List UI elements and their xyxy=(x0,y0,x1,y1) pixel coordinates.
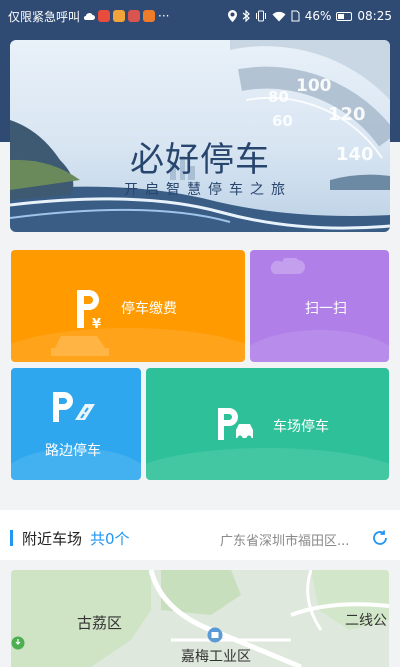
app-root: 仅限紧急呼叫 ··· 46% 08:25 60 80 100 120 140 必… xyxy=(0,0,400,667)
parking-payment-button[interactable]: ¥ 停车缴费 xyxy=(11,250,245,362)
map-label: 嘉梅工业区 xyxy=(181,649,251,665)
parking-yuan-icon: ¥ xyxy=(77,290,101,330)
location-icon xyxy=(227,10,237,22)
map-label: 二线公 xyxy=(345,613,387,629)
speed-label: 60 xyxy=(272,112,293,130)
app-notification-icon xyxy=(143,10,156,22)
speed-label: 80 xyxy=(268,88,289,106)
status-right: 46% 08:25 xyxy=(227,9,392,23)
nearby-map[interactable]: 古荔区 嘉梅工业区 二线公 xyxy=(11,570,389,667)
app-notification-icon xyxy=(98,10,111,22)
parking-road-icon xyxy=(53,392,95,422)
vibrate-icon xyxy=(255,10,266,22)
nearby-count: 共0个 xyxy=(90,530,130,548)
app-notification-icon xyxy=(128,10,141,22)
tile-wave-decoration xyxy=(11,328,245,362)
app-notification-icon xyxy=(113,10,126,22)
battery-icon xyxy=(336,11,353,21)
lot-parking-button[interactable]: 车场停车 xyxy=(146,368,389,480)
nearby-title: 附近车场 xyxy=(22,530,83,548)
carrier-text: 仅限紧急呼叫 xyxy=(8,9,81,24)
status-bar: 仅限紧急呼叫 ··· 46% 08:25 xyxy=(0,0,400,32)
section-accent-bar xyxy=(10,530,13,546)
promo-banner[interactable]: 60 80 100 120 140 必好停车 开启智慧停车之旅 xyxy=(10,40,390,232)
nearby-parking-header: 附近车场 共0个 广东省深圳市福田区... xyxy=(0,510,400,560)
map-poi-icon xyxy=(207,627,223,643)
speed-label: 120 xyxy=(328,104,366,125)
roadside-parking-button[interactable]: 路边停车 xyxy=(11,368,141,480)
tile-wave-decoration xyxy=(250,330,389,362)
clock: 08:25 xyxy=(357,9,392,23)
scan-button[interactable]: 扫一扫 xyxy=(250,250,389,362)
refresh-icon[interactable] xyxy=(371,529,389,547)
tile-label: 路边停车 xyxy=(45,443,101,459)
tile-label: 扫一扫 xyxy=(305,301,347,317)
cloud-icon xyxy=(83,12,96,20)
speed-label: 100 xyxy=(296,76,332,96)
map-label: 古荔区 xyxy=(77,614,123,632)
current-location[interactable]: 广东省深圳市福田区... xyxy=(220,530,349,549)
battery-percent: 46% xyxy=(304,9,332,23)
car-watermark-icon xyxy=(51,336,109,356)
map-marker-icon xyxy=(11,636,25,650)
banner-subtitle: 开启智慧停车之旅 xyxy=(124,182,292,198)
banner-title: 必好停车 xyxy=(130,140,270,180)
sim-icon xyxy=(291,10,300,22)
speed-label: 140 xyxy=(336,144,374,165)
tile-label: 车场停车 xyxy=(273,419,329,435)
tile-wave-decoration xyxy=(146,448,389,480)
cloud-decoration-icon xyxy=(270,258,305,274)
status-left: 仅限紧急呼叫 ··· xyxy=(8,8,169,25)
wifi-icon xyxy=(272,11,286,21)
parking-car-icon xyxy=(218,408,253,441)
tile-label: 停车缴费 xyxy=(121,301,177,317)
bluetooth-icon xyxy=(242,10,250,22)
more-notifications: ··· xyxy=(158,9,170,23)
